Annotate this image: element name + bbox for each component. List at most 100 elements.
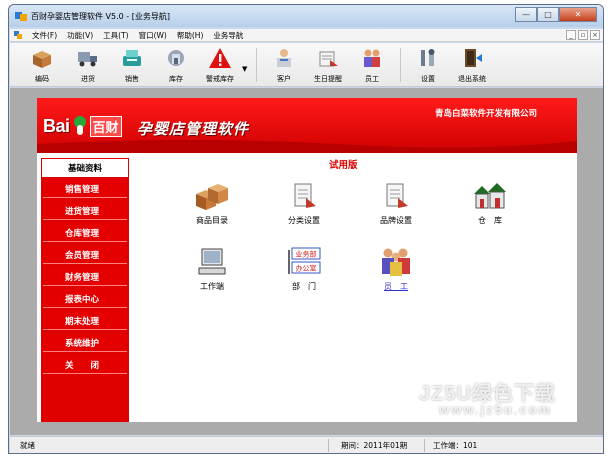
business-navigation-panel: Bai 百财 孕婴店管理软件 青岛白菜软件开发有限公司 基础资料 销售管理 进货…	[37, 98, 577, 422]
menu-help[interactable]: 帮助(H)	[172, 30, 209, 41]
menu-window[interactable]: 窗口(W)	[134, 30, 172, 41]
department-button[interactable]: 业务部 办公室 部 门	[269, 246, 339, 292]
menu-business-nav[interactable]: 业务导航	[208, 30, 248, 41]
sidebar-item-sales[interactable]: 销售管理	[43, 180, 127, 198]
logo-chinese-text: 百财	[89, 115, 122, 137]
toolbar-alert-stock-button[interactable]: 警戒库存	[202, 46, 238, 84]
toolbar-inventory-label: 库存	[169, 75, 183, 83]
brand-settings-icon	[386, 183, 408, 208]
toolbar-staff-button[interactable]: 员工	[354, 46, 390, 84]
exit-door-icon	[465, 49, 482, 67]
category-settings-label: 分类设置	[288, 216, 320, 225]
banner-wave	[37, 140, 577, 153]
category-settings-icon	[294, 183, 316, 208]
department-icon: 业务部 办公室	[288, 247, 321, 274]
employees-icon	[382, 248, 410, 276]
toolbar-birthday-button[interactable]: 生日提醒	[310, 46, 346, 84]
sidebar-item-members[interactable]: 会员管理	[43, 246, 127, 264]
workstation-label: 工作端	[200, 282, 224, 291]
sidebar-item-reports[interactable]: 报表中心	[43, 290, 127, 308]
company-name: 青岛白菜软件开发有限公司	[434, 109, 537, 119]
mdi-restore-button[interactable]: ▫	[578, 30, 588, 40]
staff-icon	[364, 49, 380, 67]
status-workstation: 工作端：101	[424, 438, 603, 452]
workstation-computer-icon	[198, 248, 226, 275]
warehouse-house-icon	[474, 183, 506, 209]
brand-settings-button[interactable]: 品牌设置	[361, 180, 431, 226]
toolbar-alert-stock-label: 警戒库存	[206, 75, 234, 83]
sidebar-item-close[interactable]: 关 闭	[43, 356, 127, 374]
product-boxes-icon	[196, 184, 228, 210]
toolbar-birthday-label: 生日提醒	[314, 75, 342, 83]
toolbar-code-button[interactable]: 编码	[24, 46, 60, 84]
toolbar-code-label: 编码	[35, 75, 49, 83]
warehouse-label: 仓 库	[478, 216, 502, 225]
mdi-minimize-button[interactable]: _	[566, 30, 576, 40]
sidebar-item-basic-info[interactable]: 基础资料	[41, 158, 129, 178]
department-sub-label: 办公室	[296, 264, 317, 273]
side-navigation: 基础资料 销售管理 进货管理 仓库管理 会员管理 财务管理 报表中心 期末处理 …	[41, 158, 129, 422]
settings-tools-icon	[421, 49, 435, 66]
toolbar-purchase-label: 进货	[81, 75, 95, 83]
toolbar-inventory-button[interactable]: 库存	[158, 46, 194, 84]
department-sub-label: 业务部	[296, 250, 317, 259]
sidebar-item-warehouse[interactable]: 仓库管理	[43, 224, 127, 242]
chevron-down-icon[interactable]: ▼	[242, 65, 247, 73]
menu-file[interactable]: 文件(F)	[27, 30, 62, 41]
close-button[interactable]: ✕	[559, 7, 597, 22]
product-catalog-label: 商品目录	[196, 216, 228, 225]
mdi-close-button[interactable]: ×	[590, 30, 600, 40]
toolbar-exit-button[interactable]: 退出系统	[454, 46, 490, 84]
toolbar-separator	[400, 48, 401, 82]
customer-icon	[277, 49, 291, 67]
maximize-button[interactable]: □	[537, 7, 559, 22]
toolbar-staff-label: 员工	[365, 75, 379, 83]
toolbar-separator	[256, 48, 257, 82]
warehouse-button[interactable]: 仓 库	[455, 180, 525, 226]
toolbar-customer-label: 客户	[277, 75, 291, 83]
toolbar-purchase-button[interactable]: 进货	[70, 46, 106, 84]
status-bar: 就绪 期间：2011年01期 工作端：101	[10, 436, 603, 453]
trial-version-label: 试用版	[329, 160, 358, 171]
menu-tools[interactable]: 工具(T)	[98, 30, 133, 41]
employees-button[interactable]: 员 工	[361, 246, 431, 292]
warning-triangle-icon	[209, 48, 231, 68]
toolbar-sales-button[interactable]: 销售	[114, 46, 150, 84]
truck-icon	[78, 52, 97, 67]
status-text: 就绪	[20, 440, 35, 450]
status-period: 期间：2011年01期	[328, 438, 424, 452]
birthday-reminder-icon	[319, 51, 338, 67]
menu-function[interactable]: 功能(V)	[62, 30, 98, 41]
toolbar-settings-label: 设置	[421, 75, 435, 83]
logo-text: Bai	[43, 115, 70, 136]
brand-settings-label: 品牌设置	[380, 216, 412, 225]
sidebar-item-finance[interactable]: 财务管理	[43, 268, 127, 286]
app-window: 百财孕婴店管理软件 V5.0 - [业务导航] — □ ✕ 文件(F) 功能(V…	[8, 4, 604, 454]
title-bar[interactable]: 百财孕婴店管理软件 V5.0 - [业务导航] — □ ✕	[9, 5, 603, 27]
header-banner: Bai 百财 孕婴店管理软件 青岛白菜软件开发有限公司	[37, 98, 577, 153]
product-catalog-button[interactable]: 商品目录	[177, 180, 247, 226]
toolbar-sales-label: 销售	[125, 75, 139, 83]
workstation-button[interactable]: 工作端	[177, 246, 247, 292]
package-box-icon	[33, 51, 51, 68]
window-title: 百财孕婴店管理软件 V5.0 - [业务导航]	[31, 12, 170, 21]
document-icon[interactable]	[13, 30, 23, 40]
sidebar-item-period-end[interactable]: 期末处理	[43, 312, 127, 330]
warehouse-icon	[168, 50, 184, 66]
sidebar-item-purchase[interactable]: 进货管理	[43, 202, 127, 220]
cash-register-icon	[123, 50, 141, 66]
toolbar: 编码 进货 销售 库存 警戒库存 ▼ 客户 生日提醒 员工 设置 退出系统	[10, 43, 603, 87]
toolbar-exit-label: 退出系统	[458, 75, 486, 83]
category-settings-button[interactable]: 分类设置	[269, 180, 339, 226]
department-label: 部 门	[292, 282, 316, 291]
app-logo-icon	[15, 12, 27, 21]
watermark-url: www.jz5u.com	[439, 402, 553, 417]
sidebar-item-system[interactable]: 系统维护	[43, 334, 127, 352]
toolbar-customer-button[interactable]: 客户	[266, 46, 302, 84]
employees-label[interactable]: 员 工	[361, 281, 431, 292]
cabbage-logo-icon	[73, 116, 86, 135]
toolbar-settings-button[interactable]: 设置	[410, 46, 446, 84]
app-title: 孕婴店管理软件	[137, 120, 250, 138]
brand-logo: Bai 百财	[43, 114, 122, 138]
minimize-button[interactable]: —	[515, 7, 537, 22]
